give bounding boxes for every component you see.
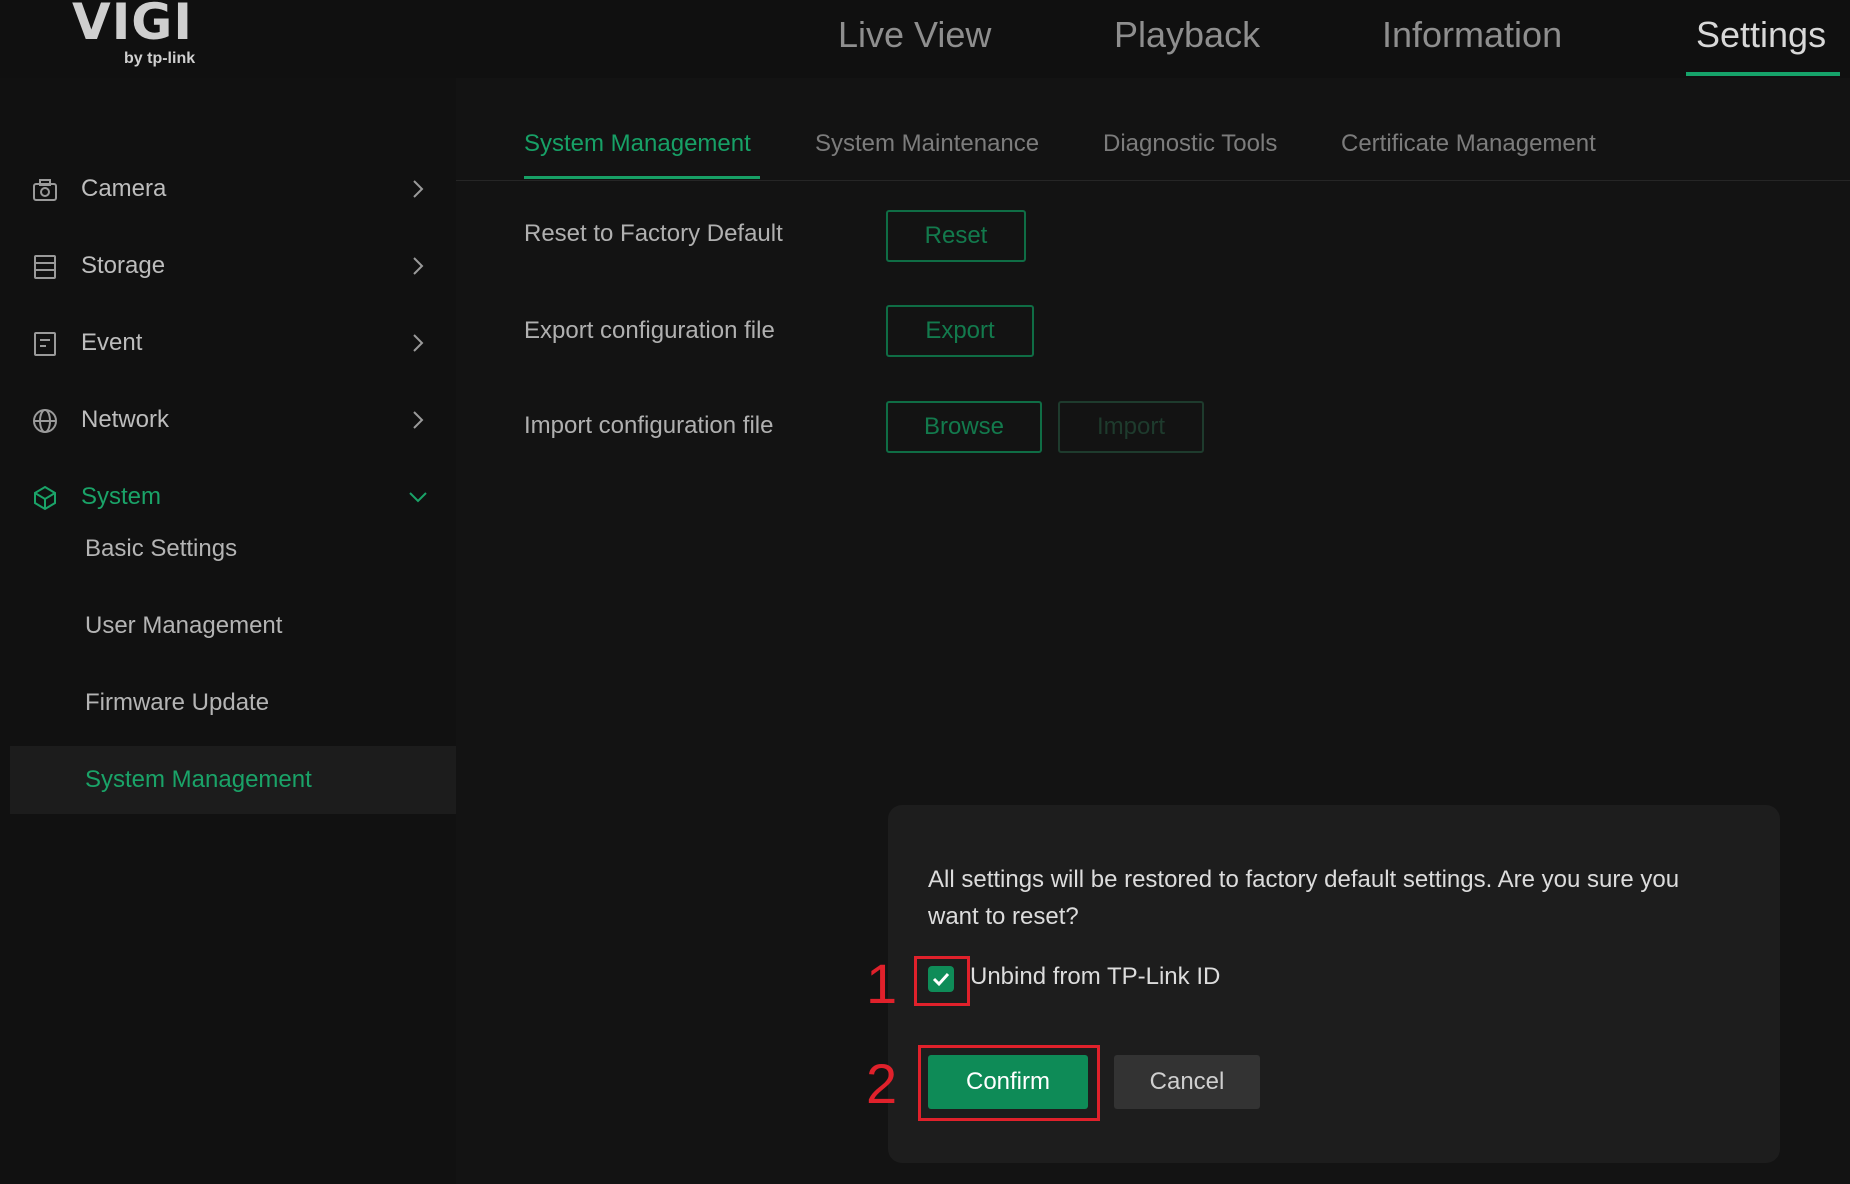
sidebar-item-label: Network: [81, 406, 170, 433]
annotation-step-1: 1: [866, 952, 898, 1015]
chevron-right-icon: [413, 411, 424, 429]
subtab-system-management[interactable]: System Management: [524, 130, 751, 158]
chevron-down-icon: [409, 492, 427, 503]
active-tab-underline: [1686, 72, 1840, 76]
sidebar-subitem-label: System Management: [85, 766, 312, 793]
sidebar-subitem-label: User Management: [85, 612, 283, 639]
active-subtab-underline: [524, 176, 760, 179]
sidebar: Camera Storage Event Network System Basi…: [0, 78, 456, 1184]
sidebar-subitem-label: Basic Settings: [85, 535, 238, 562]
vigi-logo: VIGI by tp-link: [72, 0, 232, 72]
reset-factory-label: Reset to Factory Default: [524, 220, 783, 247]
subtab-bar: System Management System Maintenance Dia…: [456, 78, 1850, 181]
chevron-right-icon: [413, 334, 424, 352]
browse-button[interactable]: Browse: [886, 401, 1042, 453]
tab-information[interactable]: Information: [1382, 8, 1562, 70]
dialog-message: All settings will be restored to factory…: [928, 866, 1680, 930]
import-button[interactable]: Import: [1058, 401, 1204, 453]
subtab-certificate-management[interactable]: Certificate Management: [1341, 130, 1596, 158]
sidebar-subitem-user-management[interactable]: User Management: [0, 592, 456, 660]
cancel-button[interactable]: Cancel: [1114, 1055, 1260, 1109]
sidebar-item-camera[interactable]: Camera: [0, 153, 456, 225]
logo-subtext: by tp-link: [124, 50, 196, 67]
subtab-system-maintenance[interactable]: System Maintenance: [815, 130, 1039, 158]
annotation-step-2: 2: [866, 1052, 898, 1115]
sidebar-item-label: Camera: [81, 175, 167, 202]
sidebar-item-storage[interactable]: Storage: [0, 230, 456, 302]
top-bar: VIGI by tp-link Live View Playback Infor…: [0, 0, 1850, 78]
unbind-checkbox-label[interactable]: Unbind from TP-Link ID: [970, 963, 1220, 991]
subtab-diagnostic-tools[interactable]: Diagnostic Tools: [1103, 130, 1277, 158]
sidebar-subitem-label: Firmware Update: [85, 689, 270, 716]
camera-icon: [33, 179, 57, 201]
system-icon: [34, 485, 56, 511]
tab-live-view[interactable]: Live View: [838, 8, 991, 70]
event-icon: [34, 332, 56, 356]
chevron-right-icon: [413, 180, 424, 198]
sidebar-item-label: Event: [81, 329, 143, 356]
export-config-label: Export configuration file: [524, 317, 775, 344]
export-button[interactable]: Export: [886, 305, 1034, 357]
sidebar-item-event[interactable]: Event: [0, 307, 456, 379]
sidebar-subitem-firmware-update[interactable]: Firmware Update: [0, 669, 456, 737]
sidebar-subitem-system-management[interactable]: System Management: [10, 746, 456, 814]
logo-text: VIGI: [72, 0, 193, 51]
sidebar-subitem-basic-settings[interactable]: Basic Settings: [0, 515, 456, 583]
tab-playback[interactable]: Playback: [1114, 8, 1260, 70]
chevron-right-icon: [413, 257, 424, 275]
annotation-highlight-confirm: [918, 1045, 1100, 1121]
tab-settings[interactable]: Settings: [1696, 8, 1826, 70]
annotation-highlight-checkbox: [914, 956, 970, 1006]
import-config-label: Import configuration file: [524, 412, 774, 439]
reset-button[interactable]: Reset: [886, 210, 1026, 262]
storage-icon: [34, 255, 56, 279]
sidebar-item-label: Storage: [81, 252, 166, 279]
sidebar-item-network[interactable]: Network: [0, 384, 456, 456]
globe-icon: [33, 409, 57, 433]
